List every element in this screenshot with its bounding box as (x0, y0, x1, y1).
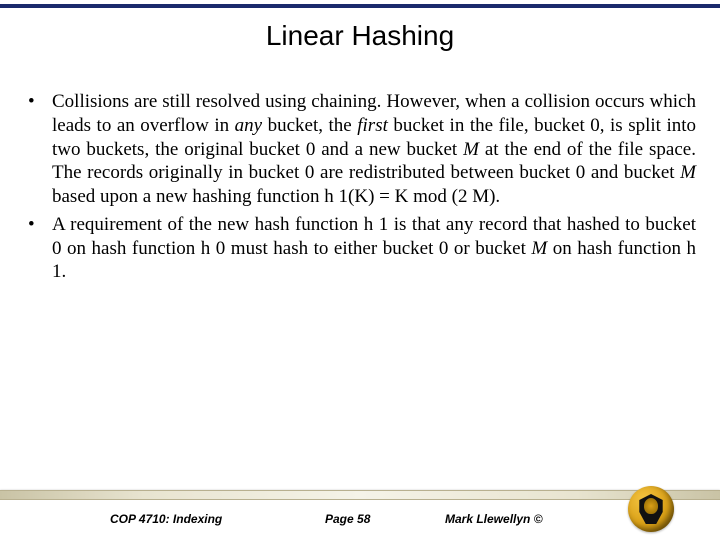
text-run: bucket, the (262, 115, 357, 136)
footer-area: COP 4710: Indexing Page 58 Mark Llewelly… (0, 490, 720, 540)
footer-page: Page 58 (325, 512, 370, 526)
footer-gradient-bar (0, 490, 720, 500)
slide-title: Linear Hashing (0, 20, 720, 52)
text-run: based upon a new hashing function h 1(K)… (52, 186, 500, 207)
bullet-text: Collisions are still resolved using chai… (52, 90, 696, 209)
bullet-item: • A requirement of the new hash function… (28, 213, 696, 284)
bullet-item: • Collisions are still resolved using ch… (28, 90, 696, 209)
top-rule (0, 4, 720, 8)
pegasus-shield-icon (638, 494, 664, 524)
slide: Linear Hashing • Collisions are still re… (0, 0, 720, 540)
italic-run: any (235, 115, 262, 136)
footer: COP 4710: Indexing Page 58 Mark Llewelly… (0, 500, 720, 540)
italic-run: M (463, 139, 479, 160)
italic-run: M (531, 238, 547, 259)
footer-author: Mark Llewellyn © (445, 512, 543, 526)
bullet-marker: • (28, 90, 52, 209)
bullet-text: A requirement of the new hash function h… (52, 213, 696, 284)
ucf-logo-icon (628, 486, 674, 532)
bullet-marker: • (28, 213, 52, 284)
italic-run: first (357, 115, 388, 136)
slide-body: • Collisions are still resolved using ch… (28, 90, 696, 288)
footer-course: COP 4710: Indexing (110, 512, 222, 526)
italic-run: M (680, 162, 696, 183)
